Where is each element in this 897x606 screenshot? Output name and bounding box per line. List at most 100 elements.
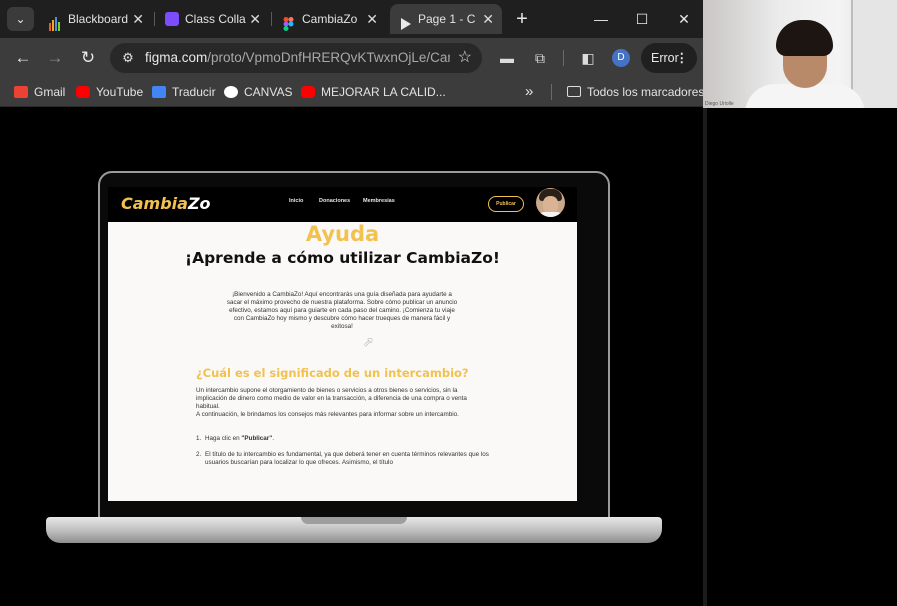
tab-title: Page 1 - C (418, 12, 476, 26)
reload-icon: ↻ (80, 48, 96, 67)
step-item: 2. El título de tu intercambio es fundame… (196, 451, 496, 467)
close-icon[interactable]: ✕ (132, 4, 144, 34)
tab-title: CambiaZo (302, 12, 358, 26)
nav-link-donaciones[interactable]: Donaciones (319, 198, 350, 204)
back-button[interactable]: ← (11, 46, 35, 70)
section-title: ¿Cuál es el significado de un intercambi… (196, 366, 469, 380)
mouse-cursor-icon: ➚ (363, 334, 374, 349)
tab-cambiazo[interactable]: CambiaZo ✕ (274, 4, 386, 34)
close-icon[interactable]: ✕ (249, 4, 261, 34)
bookmark-label: Todos los marcadores (587, 85, 705, 99)
class-collaborate-icon (165, 12, 179, 26)
help-title: Ayuda (305, 222, 380, 246)
extensions-icon[interactable]: ⧉ (530, 48, 550, 68)
close-icon[interactable]: ✕ (482, 4, 494, 34)
bookmark-label: MEJORAR LA CALID... (321, 85, 446, 99)
intro-paragraph: ¡Bienvenido a CambiaZo! Aquí encontrarás… (226, 291, 458, 330)
bookmarks-bar: Gmail YouTube Traducir CANVAS MEJORAR LA… (0, 78, 704, 107)
maximize-button[interactable]: ☐ (622, 4, 662, 34)
screen-cast-icon[interactable]: ▬ (497, 48, 517, 68)
browser-toolbar: ← → ↻ ⚙ figma.com/proto/VpmoDnfHRERQvKTw… (0, 38, 703, 78)
help-subtitle: ¡Aprende a cómo utilizar CambiaZo! (185, 249, 500, 267)
kebab-menu-icon[interactable]: ⋮ (676, 43, 689, 73)
step-suffix: . (272, 435, 274, 442)
bookmark-label: Gmail (34, 85, 66, 99)
translate-icon (152, 85, 166, 98)
canvas-icon (224, 85, 238, 98)
section-body-paragraph-1: Un intercambio supone el otorgamiento de… (196, 387, 467, 410)
nav-link-membresias[interactable]: Membresías (363, 198, 395, 204)
tab-title: Blackboard (68, 12, 129, 26)
bookmark-star-icon[interactable]: ☆ (458, 43, 472, 73)
section-body-paragraph-2: A continuación, le brindamos los consejo… (196, 411, 459, 418)
blackboard-icon (48, 12, 62, 31)
step-item: 1. Haga clic en "Publicar". (196, 435, 496, 443)
site-navbar: CambiaZo Inicio Donaciones Membresías Pu… (108, 187, 577, 222)
youtube-icon (76, 85, 90, 98)
chevron-down-icon: ⌄ (15, 12, 26, 26)
step-number: 1. (196, 435, 202, 442)
bookmark-gmail[interactable]: Gmail (14, 78, 65, 106)
tab-divider (154, 12, 155, 26)
tab-blackboard[interactable]: Blackboard ✕ (40, 4, 152, 34)
url-text[interactable]: figma.com/proto/VpmoDnfHRERQvKTwxnOjLe/C… (145, 43, 450, 73)
arrow-right-icon: → (46, 48, 64, 67)
tab-class-collab[interactable]: Class Colla ✕ (157, 4, 269, 34)
tab-search-button[interactable]: ⌄ (7, 7, 34, 31)
profile-avatar[interactable]: D (612, 49, 630, 67)
laptop-screen: CambiaZo Inicio Donaciones Membresías Pu… (108, 187, 577, 501)
figma-prototype-canvas: CambiaZo Inicio Donaciones Membresías Pu… (0, 107, 703, 606)
bookmark-canvas[interactable]: CANVAS (224, 78, 292, 106)
bookmark-label: Traducir (172, 85, 216, 99)
error-button[interactable]: Error ⋮ (641, 43, 697, 73)
bookmark-label: CANVAS (244, 85, 293, 99)
step-text: Haga clic en (205, 435, 242, 442)
side-panel-icon[interactable]: ◧ (578, 48, 598, 68)
close-window-button[interactable]: ✕ (664, 4, 704, 34)
minimize-button[interactable]: — (581, 4, 621, 34)
tab-title: Class Colla (185, 12, 246, 26)
tab-divider (271, 12, 272, 26)
url-host: figma.com (145, 50, 208, 65)
step-bold-text: "Publicar" (241, 435, 273, 442)
url-path: /proto/VpmoDnfHRERQvKTwxnOjLe/Cam... (207, 50, 450, 65)
arrow-left-icon: ← (14, 48, 32, 67)
webcam-video: Diego Uriolle (703, 0, 897, 108)
bookmark-youtube[interactable]: YouTube (76, 78, 143, 106)
close-icon[interactable]: ✕ (366, 4, 378, 34)
publish-button[interactable]: Publicar (488, 196, 524, 212)
address-bar[interactable]: ⚙ figma.com/proto/VpmoDnfHRERQvKTwxnOjLe… (110, 43, 482, 73)
reload-button[interactable]: ↻ (76, 46, 100, 70)
laptop-mockup-notch (301, 517, 407, 524)
step-number: 2. (196, 451, 202, 458)
webcam-door (851, 0, 897, 108)
browser-window: ⌄ Blackboard ✕ Class Colla ✕ CambiaZo ✕ (0, 0, 704, 606)
folder-icon (567, 86, 581, 98)
gmail-icon (14, 85, 28, 98)
youtube-icon (301, 85, 315, 98)
bookmarks-divider (551, 84, 552, 100)
bookmarks-overflow-button[interactable]: » (525, 78, 533, 106)
avatar-shirt (538, 212, 563, 217)
bookmark-mejorar[interactable]: MEJORAR LA CALID... (301, 78, 446, 106)
all-bookmarks-folder[interactable]: Todos los marcadores (567, 78, 704, 106)
forward-button[interactable]: → (43, 46, 67, 70)
steps-list: 1. Haga clic en "Publicar". 2. El título d… (196, 435, 496, 475)
play-icon (398, 12, 412, 30)
new-tab-button[interactable]: + (510, 4, 534, 34)
step-text: El título de tu intercambio es fundament… (205, 451, 489, 466)
bookmark-label: YouTube (96, 85, 144, 99)
nav-link-inicio[interactable]: Inicio (289, 198, 303, 204)
bookmark-traducir[interactable]: Traducir (152, 78, 216, 106)
window-edge (703, 108, 707, 606)
site-settings-icon[interactable]: ⚙ (120, 50, 136, 66)
webcam-label: Diego Uriolle (705, 101, 734, 107)
logo-suffix: Zo (187, 194, 211, 213)
logo-text: Cambia (121, 194, 188, 213)
tab-strip: ⌄ Blackboard ✕ Class Colla ✕ CambiaZo ✕ (0, 0, 703, 38)
tab-page-1[interactable]: Page 1 - C ✕ (390, 4, 502, 34)
cambiazo-logo[interactable]: CambiaZo (121, 193, 211, 215)
section-body: Un intercambio supone el otorgamiento de… (196, 387, 488, 419)
figma-icon (282, 12, 296, 31)
user-avatar[interactable] (536, 188, 565, 217)
